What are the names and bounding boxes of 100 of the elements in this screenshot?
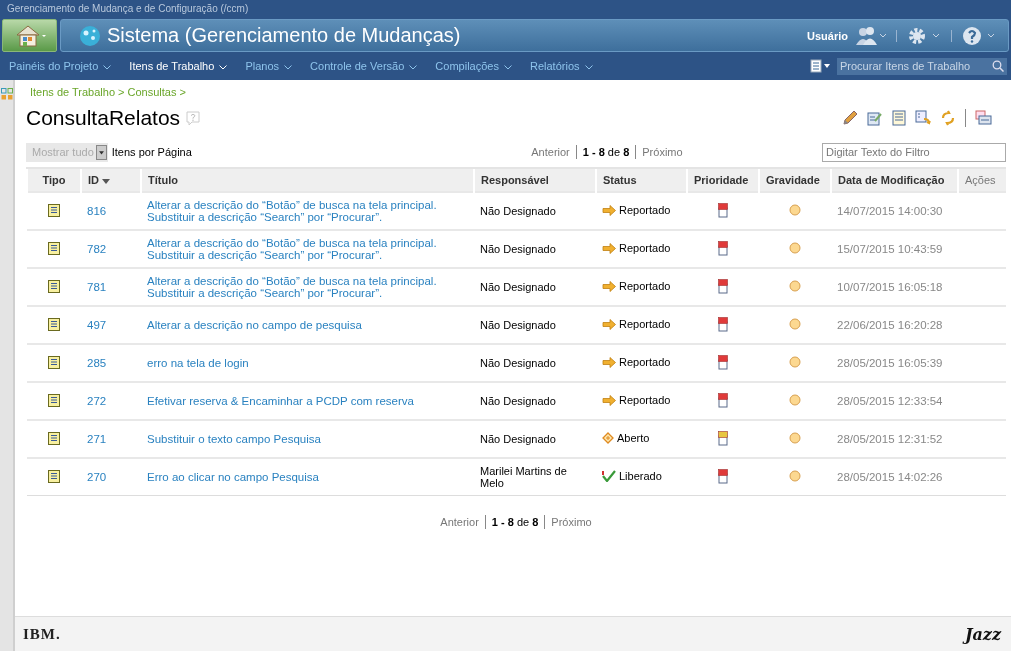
- chevron-down-icon: [409, 64, 418, 70]
- title-link[interactable]: erro na tela de login: [147, 357, 468, 369]
- title-link[interactable]: Alterar a descrição do “Botão” de busca na tela principal. Substituir a descrição “Search” por “Procurar”.: [147, 275, 468, 299]
- id-link[interactable]: 270: [87, 471, 135, 483]
- page-size-label: Itens por Página: [111, 146, 192, 158]
- user-label: Usuário: [807, 29, 848, 42]
- previous-link[interactable]: Anterior: [531, 146, 570, 158]
- jazz-logo: Jazz: [964, 624, 1001, 644]
- title-link[interactable]: Substituir o texto campo Pesquisa: [147, 433, 468, 445]
- id-link[interactable]: 816: [87, 205, 135, 217]
- page-title: ConsultaRelatos: [26, 106, 181, 130]
- owner-cell: Não Designado: [480, 433, 556, 445]
- severity-circle-icon: [789, 394, 801, 406]
- refresh-icon[interactable]: [940, 110, 956, 126]
- previous-link[interactable]: Anterior: [440, 516, 479, 528]
- column-header[interactable]: Gravidade: [759, 168, 831, 192]
- task-icon: [48, 203, 60, 217]
- sort-descending-icon: [102, 178, 110, 184]
- page-range: 1 - 8 de 8: [491, 516, 539, 528]
- chevron-down-icon: [219, 64, 228, 70]
- home-button[interactable]: [2, 19, 57, 52]
- pencil-icon[interactable]: [842, 110, 858, 126]
- title-link[interactable]: Alterar a descrição do “Botão” de busca na tela principal. Substituir a descrição “Search” por “Procurar”.: [147, 237, 468, 261]
- owner-cell: Não Designado: [480, 205, 556, 217]
- filter-field[interactable]: Digitar Texto do Filtro: [822, 142, 1006, 162]
- column-header[interactable]: Prioridade: [687, 168, 759, 192]
- column-header[interactable]: Título: [141, 168, 474, 192]
- owner-cell: Não Designado: [480, 281, 556, 293]
- owner-cell: Não Designado: [480, 319, 556, 331]
- column-header[interactable]: ID: [81, 168, 141, 192]
- users-menu-button[interactable]: [854, 25, 886, 46]
- status-text: Reportado: [619, 318, 671, 331]
- status-text: Reportado: [619, 394, 671, 407]
- column-header[interactable]: Ações: [958, 168, 1006, 192]
- search-field[interactable]: Procurar Itens de Trabalho: [837, 57, 1007, 75]
- chevron-down-icon: [504, 64, 512, 70]
- severity-circle-icon: [789, 470, 801, 482]
- grid-icon[interactable]: [0, 88, 13, 100]
- nav-menu[interactable]: Itens de Trabalho: [120, 60, 237, 72]
- task-icon: [48, 431, 60, 445]
- id-link[interactable]: 271: [87, 433, 135, 445]
- title-link[interactable]: Efetivar reserva & Encaminhar a PCDP com reserva: [147, 395, 468, 407]
- print-icon[interactable]: [975, 110, 992, 126]
- id-link[interactable]: 781: [87, 281, 135, 293]
- app-title: Gerenciamento de Mudança e de Configuração (/ccm): [7, 3, 249, 14]
- id-link[interactable]: 782: [87, 243, 135, 255]
- modified-date: 15/07/2015 10:43:59: [837, 243, 943, 255]
- nav-menu[interactable]: Controle de Versão: [301, 60, 427, 72]
- owner-cell: Não Designado: [480, 357, 556, 369]
- search-icon: [992, 60, 1004, 72]
- nav-menu[interactable]: Painéis do Projeto: [0, 60, 121, 72]
- modified-date: 14/07/2015 14:00:30: [837, 205, 943, 217]
- column-header[interactable]: Status: [596, 168, 687, 192]
- title-link[interactable]: Alterar a descrição no campo de pesquisa: [147, 319, 468, 331]
- id-link[interactable]: 497: [87, 319, 135, 331]
- modified-date: 28/05/2015 16:05:39: [837, 357, 943, 369]
- status-text: Reportado: [619, 204, 671, 217]
- nav-menu[interactable]: Planos: [236, 60, 302, 72]
- id-link[interactable]: 272: [87, 395, 135, 407]
- document-icon[interactable]: [892, 110, 906, 126]
- modified-date: 22/06/2015 16:20:28: [837, 319, 943, 331]
- ibm-logo: IBM.: [23, 625, 61, 643]
- severity-circle-icon: [789, 432, 801, 444]
- next-link[interactable]: Próximo: [642, 146, 683, 158]
- nav-menu[interactable]: Relatórios: [521, 60, 602, 72]
- owner-cell: Marilei Martins de Melo: [480, 465, 567, 489]
- next-link[interactable]: Próximo: [551, 516, 592, 528]
- chevron-down-icon: [284, 64, 293, 70]
- severity-circle-icon: [789, 242, 801, 254]
- owner-cell: Não Designado: [480, 395, 556, 407]
- modified-date: 28/05/2015 14:02:26: [837, 471, 943, 483]
- severity-circle-icon: [789, 356, 801, 368]
- severity-circle-icon: [789, 318, 801, 330]
- status-text: Reportado: [619, 242, 671, 255]
- status-text: Reportado: [619, 280, 671, 293]
- column-header[interactable]: Responsável: [474, 168, 596, 192]
- task-icon: [48, 279, 60, 293]
- task-icon: [48, 393, 60, 407]
- id-link[interactable]: 285: [87, 357, 135, 369]
- page-range: 1 - 8 de 8: [582, 146, 630, 158]
- chevron-down-icon: [584, 64, 593, 70]
- title-link[interactable]: Alterar a descrição do “Botão” de busca na tela principal. Substituir a descrição “Search” por “Procurar”.: [147, 199, 468, 223]
- title-link[interactable]: Erro ao clicar no campo Pesquisa: [147, 471, 468, 483]
- project-title: Sistema (Gerenciamento de Mudanças): [107, 24, 461, 47]
- list-menu-button[interactable]: [810, 59, 832, 73]
- nav-menu[interactable]: Compilações: [426, 60, 521, 72]
- status-text: Aberto: [617, 432, 650, 444]
- breadcrumb-link[interactable]: Itens de Trabalho > Consultas >: [30, 86, 186, 98]
- task-icon: [48, 317, 60, 331]
- edit-list-icon[interactable]: [867, 110, 883, 126]
- settings-button[interactable]: [907, 25, 941, 46]
- task-icon: [48, 355, 60, 369]
- modified-date: 28/05/2015 12:33:54: [837, 395, 943, 407]
- task-icon: [48, 241, 60, 255]
- modified-date: 28/05/2015 12:31:52: [837, 433, 943, 445]
- export-icon[interactable]: [915, 110, 931, 126]
- globe-icon: [79, 24, 101, 47]
- help-button[interactable]: [962, 25, 996, 46]
- column-header[interactable]: Data de Modificação: [831, 168, 958, 192]
- column-header[interactable]: Tipo: [27, 168, 81, 192]
